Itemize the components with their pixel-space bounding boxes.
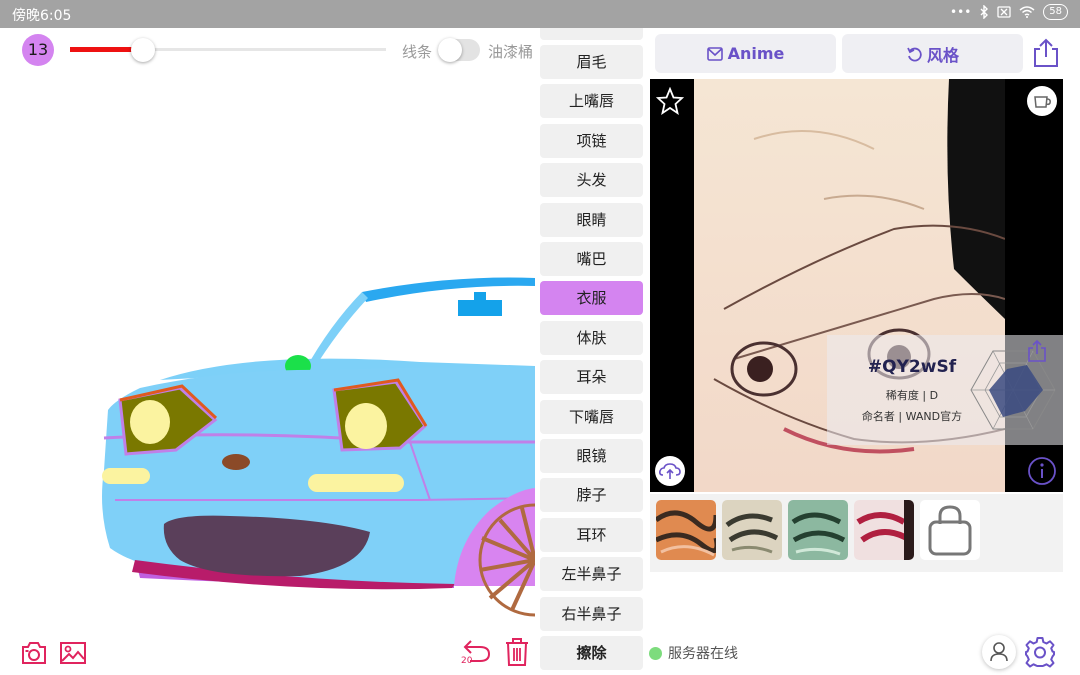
user-profile-button[interactable] [982,635,1016,669]
settings-gear-icon[interactable] [1024,636,1056,668]
rotate-icon [907,47,922,61]
anime-button[interactable]: Anime [655,34,836,73]
shop-bag-button[interactable] [920,500,980,560]
status-time: 傍晚6:05 [12,8,72,24]
status-bar: 傍晚6:05 ••• 58 [0,0,1080,28]
style-thumbnail[interactable] [788,500,848,560]
share-icon[interactable] [1030,37,1062,69]
category-button[interactable]: 眼镜 [540,439,643,473]
toggle-knob [438,38,462,62]
shopping-bag-icon [928,505,972,556]
gallery-icon[interactable] [59,640,87,666]
category-button[interactable]: 体肤 [540,320,643,355]
server-status-label: 服务器在线 [668,646,738,662]
drawing-canvas[interactable] [0,70,535,630]
lines-mode-label[interactable]: 线条 [402,41,432,62]
category-list[interactable]: 眉毛上嘴唇项链头发眼睛嘴巴衣服体肤耳朵下嘴唇眼镜脖子耳环左半鼻子右半鼻子擦除 [540,28,644,675]
category-button[interactable]: 左半鼻子 [540,557,643,592]
battery-icon: 58 [1043,4,1068,20]
camera-icon[interactable] [20,640,48,666]
favorite-star-icon[interactable] [656,87,684,115]
anime-label: Anime [727,44,785,63]
style-thumbnail[interactable] [722,500,782,560]
mail-icon [706,46,723,61]
user-icon [990,642,1008,662]
fill-mode-toggle[interactable] [438,38,480,62]
category-button[interactable]: 耳朵 [540,360,643,395]
car-sketch [102,277,535,617]
category-button[interactable]: 右半鼻子 [540,596,643,631]
brush-size-slider[interactable] [70,36,386,64]
sim-off-icon [997,6,1011,18]
category-button[interactable]: 擦除 [540,636,643,670]
coffee-cup-icon[interactable] [1026,85,1058,117]
style-thumbnail[interactable] [656,500,716,560]
category-button[interactable]: 眉毛 [540,45,643,79]
category-button[interactable]: 嘴巴 [540,242,643,276]
result-info-card: #QY2wSf 稀有度 | D 命名者 | WAND官方 [827,335,1063,445]
more-dots-icon: ••• [950,5,972,19]
trash-icon[interactable] [504,637,530,667]
category-button[interactable]: 脖子 [540,478,643,513]
category-button[interactable]: 项链 [540,123,643,158]
brush-size-badge[interactable]: 13 [22,34,54,66]
server-online-dot [649,646,662,660]
undo-count: 20 [461,656,473,666]
style-thumbnail[interactable] [854,500,914,560]
category-button[interactable]: 头发 [540,163,643,198]
category-button[interactable]: 下嘴唇 [540,399,643,434]
category-partial-top [540,28,643,40]
category-button[interactable]: 上嘴唇 [540,84,643,119]
result-image[interactable]: #QY2wSf 稀有度 | D 命名者 | WAND官方 [650,79,1063,492]
bluetooth-icon [980,5,989,19]
cloud-upload-icon[interactable] [654,455,686,487]
bucket-mode-label[interactable]: 油漆桶 [488,41,533,62]
result-code[interactable]: #QY2wSf [847,357,977,377]
category-button[interactable]: 眼睛 [540,202,643,237]
status-icons: ••• 58 [950,4,1068,20]
category-button[interactable]: 耳环 [540,517,643,552]
style-thumbnails [650,494,1063,572]
style-label: 风格 [926,45,959,65]
slider-thumb[interactable] [130,38,155,62]
info-icon[interactable] [1026,455,1058,487]
wifi-icon [1019,6,1035,18]
card-share-icon[interactable] [1025,339,1049,363]
result-rarity: 稀有度 | D [885,389,939,402]
style-button[interactable]: 风格 [842,34,1023,73]
category-button[interactable]: 衣服 [540,281,643,316]
server-status: 服务器在线 [649,643,738,663]
